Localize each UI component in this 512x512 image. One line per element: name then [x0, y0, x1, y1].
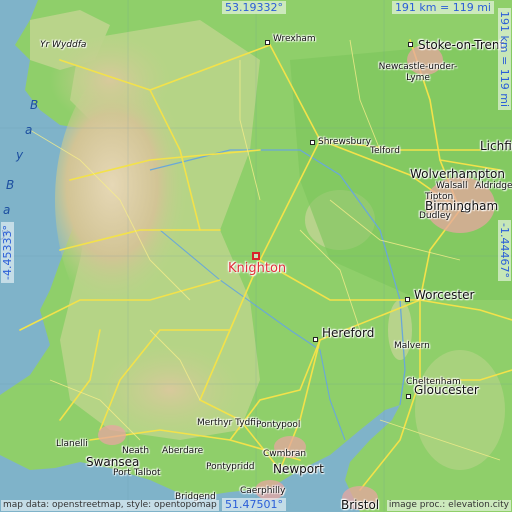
place-label: Malvern: [394, 341, 430, 351]
cotswolds: [415, 350, 505, 470]
place-dot: [405, 297, 410, 302]
place-label: Hereford: [322, 326, 375, 340]
place-label: Gloucester: [414, 383, 479, 397]
place-dot: [265, 40, 270, 45]
place-dot: [406, 394, 411, 399]
bay-letter: B: [6, 178, 15, 192]
north-latitude: 53.19332°: [222, 1, 286, 14]
map-view[interactable]: B a y B a y Yr Wyddfa Wrexham Stoke-on-T…: [0, 0, 512, 512]
place-label: Walsall: [436, 181, 468, 191]
place-label: Wolverhampton: [410, 167, 505, 181]
place-label: Yr Wyddfa: [40, 40, 87, 50]
place-label: Stoke-on-Trent: [418, 38, 505, 52]
place-label: Aberdare: [162, 446, 204, 456]
focus-place-label: Knighton: [228, 261, 287, 276]
place-label: Aldridge: [475, 181, 512, 191]
place-label: Shrewsbury: [318, 137, 371, 147]
place-label: Lichfield: [480, 139, 512, 153]
urban-swansea: [98, 425, 126, 445]
bay-letter: a: [3, 203, 11, 217]
place-label: Wrexham: [273, 34, 316, 44]
east-longitude: -1.44467°: [498, 220, 511, 281]
place-label: Pontypridd: [206, 462, 255, 472]
bay-letter: y: [16, 148, 24, 162]
place-label: Bristol: [341, 498, 380, 512]
west-longitude: -4.45333°: [1, 222, 14, 283]
location-marker[interactable]: [252, 252, 260, 260]
place-label: Swansea: [86, 455, 140, 469]
bay-letter: a: [25, 123, 33, 137]
map-data-credit[interactable]: map data: openstreetmap, style: opentopo…: [1, 500, 219, 511]
place-label: Merthyr Tydfil: [197, 418, 259, 428]
vertical-scale: 191 km = 119 mi: [498, 8, 511, 111]
place-label: Newport: [273, 462, 324, 476]
place-dot: [313, 337, 318, 342]
place-label: Cwmbran: [263, 449, 307, 459]
place-label: Dudley: [419, 211, 451, 221]
south-latitude: 51.47501°: [222, 498, 286, 511]
place-label: Pontypool: [256, 420, 301, 430]
bay-letter: B: [30, 98, 39, 112]
horizontal-scale: 191 km = 119 mi: [391, 1, 494, 14]
place-label: Port Talbot: [113, 468, 161, 478]
place-dot: [310, 140, 315, 145]
place-dot: [408, 42, 413, 47]
place-label: Worcester: [414, 288, 475, 302]
place-label: Llanelli: [56, 439, 88, 449]
place-label: Newcastle-under-Lyme: [378, 62, 458, 83]
place-label: Telford: [370, 146, 400, 156]
place-label: Caerphilly: [240, 486, 286, 496]
image-processing-credit[interactable]: image proc.: elevation.city: [386, 500, 511, 511]
